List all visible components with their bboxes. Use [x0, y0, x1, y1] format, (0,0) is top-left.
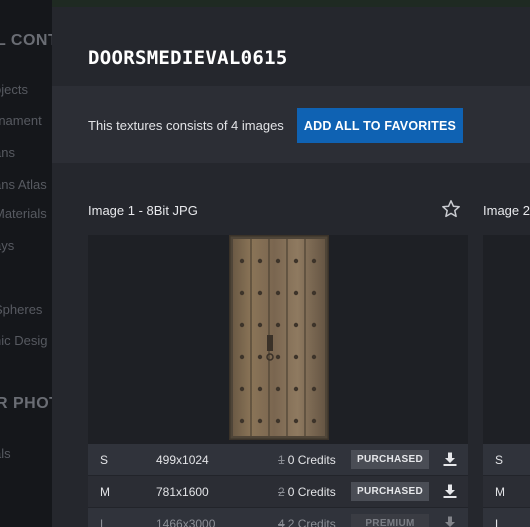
premium-badge[interactable]: PREMIUM — [351, 514, 429, 527]
current-credits: 0 Credits — [287, 453, 336, 467]
size-label: L — [495, 517, 502, 527]
image-card-title: Image 2 — [483, 203, 530, 218]
background-header — [52, 0, 530, 7]
sidebar-item[interactable]: als — [0, 446, 11, 461]
original-credits: 1 — [278, 453, 285, 467]
sidebar-item[interactable]: nic Desig — [0, 333, 47, 348]
sidebar-item[interactable]: ans Atlas — [0, 177, 47, 192]
current-credits: 0 Credits — [287, 485, 336, 499]
resolution-list: S 499x1024 10 Credits PURCHASED M 781x16… — [88, 444, 468, 527]
resolution-value: 781x1600 — [156, 485, 209, 499]
status-badge: PURCHASED — [351, 482, 429, 501]
sidebar-heading: L CONTI — [0, 32, 52, 49]
size-label: S — [100, 453, 109, 467]
resolution-row: S 499x1024 10 Credits PURCHASED — [88, 444, 468, 476]
image-card-title: Image 1 - 8Bit JPG — [88, 203, 198, 218]
image-count-text: This textures consists of 4 images — [88, 118, 284, 133]
resolution-list: S M L — [483, 444, 530, 527]
resolution-row: L 1466x3000 42 Credits PREMIUM — [88, 508, 468, 527]
credits-value: 10 Credits — [278, 453, 336, 467]
background-sidebar: L CONTI ojects rnament ans ans Atlas Mat… — [0, 0, 52, 527]
download-icon[interactable] — [442, 451, 458, 467]
resolution-value: 1466x3000 — [156, 517, 216, 527]
resolution-value: 499x1024 — [156, 453, 209, 467]
download-icon[interactable] — [442, 483, 458, 499]
sidebar-item[interactable]: ans — [0, 145, 15, 160]
texture-modal: DOORSMEDIEVAL0615 This textures consists… — [52, 7, 530, 527]
image-preview[interactable] — [483, 235, 530, 445]
resolution-row: L — [483, 508, 530, 527]
image-preview[interactable] — [88, 235, 468, 445]
sidebar-item[interactable]: s — [0, 270, 1, 285]
size-label: M — [100, 485, 110, 499]
add-all-to-favorites-button[interactable]: ADD ALL TO FAVORITES — [297, 108, 463, 143]
status-badge: PURCHASED — [351, 450, 429, 469]
size-label: S — [495, 453, 504, 467]
resolution-row: S — [483, 444, 530, 476]
sidebar-item[interactable]: ays — [0, 238, 14, 253]
sidebar-heading: R PHOT — [0, 395, 52, 412]
star-icon[interactable] — [441, 199, 461, 219]
current-credits: 2 Credits — [287, 517, 336, 527]
info-bar: This textures consists of 4 images ADD A… — [52, 86, 530, 163]
original-credits: 2 — [278, 485, 285, 499]
sidebar-item[interactable]: Materials — [0, 206, 47, 221]
original-credits: 4 — [278, 517, 285, 527]
door-texture-image — [229, 235, 329, 440]
sidebar-item[interactable]: ojects — [0, 82, 28, 97]
resolution-row: M 781x1600 20 Credits PURCHASED — [88, 476, 468, 508]
download-icon[interactable] — [442, 515, 458, 527]
credits-value: 42 Credits — [278, 517, 336, 527]
modal-title: DOORSMEDIEVAL0615 — [88, 47, 288, 69]
resolution-row: M — [483, 476, 530, 508]
credits-value: 20 Credits — [278, 485, 336, 499]
size-label: M — [495, 485, 505, 499]
size-label: L — [100, 517, 107, 527]
sidebar-item[interactable]: Spheres — [0, 302, 42, 317]
sidebar-item[interactable]: rnament — [0, 113, 42, 128]
